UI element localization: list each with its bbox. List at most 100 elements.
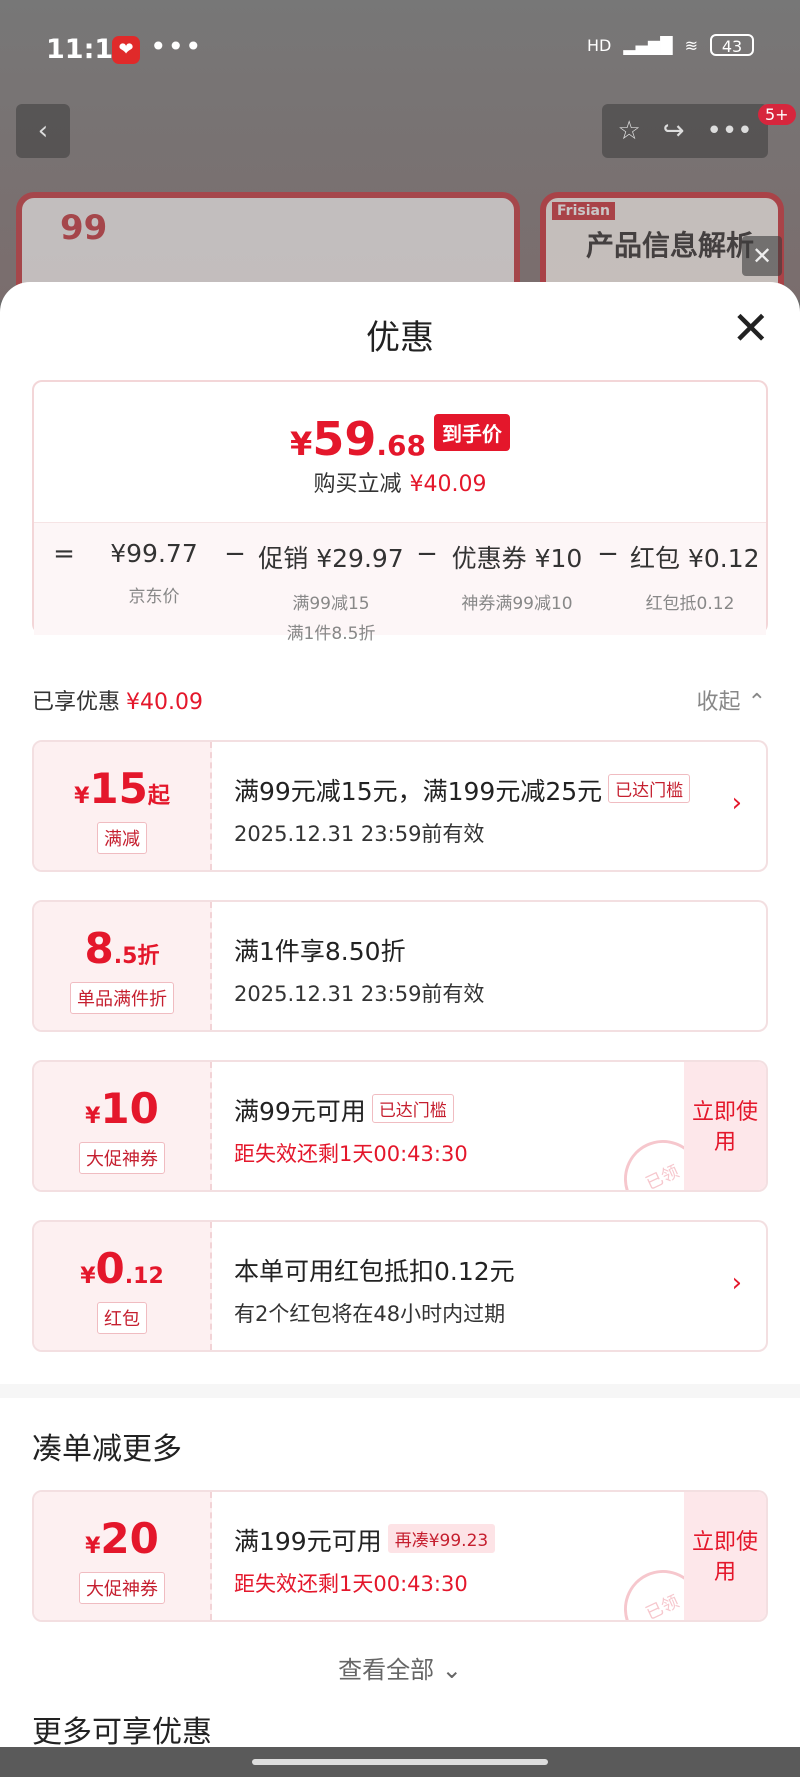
coupon-type-label: 满减 — [97, 822, 147, 854]
chevron-right-icon[interactable]: › — [732, 1268, 742, 1298]
view-all-button[interactable]: 查看全部 ⌄ — [0, 1650, 800, 1685]
threshold-badge: 已达门槛 — [608, 774, 691, 803]
coupon-rule-text: 满199元可用 — [234, 1527, 382, 1556]
coupon-amount-panel: ¥15起 满减 — [34, 742, 212, 870]
final-price-tag: 到手价 — [433, 414, 510, 451]
notification-badge: 5+ — [758, 104, 796, 125]
formula-row: = ¥99.77 京东价 − 促销 ¥29.97 满99减15 满1件8.5折 −… — [34, 539, 766, 649]
amount-value: 10 — [100, 1084, 159, 1133]
app-notification-icon: ❤ — [112, 36, 140, 64]
section-title-more: 凑单减更多 — [32, 1432, 182, 1467]
saved-label: 购买立减 — [313, 472, 402, 497]
amount-prefix: ¥ — [80, 1264, 96, 1289]
card1-logo: 99 — [60, 208, 108, 248]
threshold-badge: 已达门槛 — [371, 1094, 454, 1123]
discount-sheet: 优惠 ✕ ¥59.68 到手价 购买立减 ¥40.09 = ¥99.77 京东价 −… — [0, 282, 800, 1747]
coupon-card[interactable]: ¥10 大促神券 满99元可用 已达门槛 距失效还剩1天00:43:30 已领 立… — [32, 1060, 768, 1192]
formula-sub: 神券满99减10 — [461, 594, 573, 614]
enjoyed-label: 已享优惠 — [32, 690, 121, 715]
coupon-details: 满199元可用 再凑¥99.23 距失效还剩1天00:43:30 — [234, 1522, 656, 1598]
formula-op: = — [53, 539, 75, 569]
close-icon[interactable]: ✕ — [742, 236, 782, 276]
gesture-bar — [0, 1747, 800, 1777]
amount-suffix: .12 — [124, 1264, 164, 1289]
formula-sub: 红包抵0.12 — [645, 594, 735, 614]
formula-sub: 京东价 — [128, 587, 180, 607]
coupon-details: 满1件享8.50折 2025.12.31 23:59前有效 — [234, 932, 656, 1008]
formula-sub-2: 满1件8.5折 — [286, 624, 376, 644]
coupon-type-label: 大促神券 — [79, 1572, 165, 1604]
amount-value: 8 — [84, 924, 114, 973]
formula-sub: 满99减15 满1件8.5折 — [256, 589, 406, 649]
price-summary-card: ¥59.68 到手价 购买立减 ¥40.09 = ¥99.77 京东价 − 促销 ¥… — [32, 380, 768, 644]
coupon-card[interactable]: 8.5折 单品满件折 满1件享8.50折 2025.12.31 23:59前有效 — [32, 900, 768, 1032]
coupon-validity: 2025.12.31 23:59前有效 — [234, 982, 485, 1006]
coupon-validity: 2025.12.31 23:59前有效 — [234, 822, 485, 846]
close-sheet-button[interactable]: ✕ — [731, 305, 770, 351]
view-all-label: 查看全部 — [338, 1656, 435, 1684]
amount-suffix: 起 — [147, 784, 170, 809]
final-price: ¥59.68 到手价 — [34, 412, 766, 466]
section-divider — [0, 1384, 800, 1398]
home-indicator[interactable] — [252, 1759, 548, 1765]
coupon-countdown: 距失效还剩1天00:43:30 — [234, 1572, 468, 1596]
coupon-amount-panel: ¥20 大促神券 — [34, 1492, 212, 1620]
coupon-rule: 满199元可用 再凑¥99.23 — [234, 1522, 656, 1558]
use-now-button[interactable]: 立即使用 — [684, 1492, 766, 1620]
price-formula: = ¥99.77 京东价 − 促销 ¥29.97 满99减15 满1件8.5折 −… — [34, 522, 766, 644]
price-integer: 59 — [312, 412, 377, 466]
add-more-badge: 再凑¥99.23 — [387, 1524, 496, 1553]
coupon-amount-panel: ¥10 大促神券 — [34, 1062, 212, 1190]
formula-item: 优惠券 ¥10 神券满99减10 — [448, 539, 586, 619]
coupon-details: 满99元可用 已达门槛 距失效还剩1天00:43:30 — [234, 1092, 656, 1168]
chevron-left-icon: ‹ — [37, 116, 49, 146]
price-summary-top: ¥59.68 到手价 购买立减 ¥40.09 — [34, 382, 766, 522]
saved-amount: 购买立减 ¥40.09 — [34, 466, 766, 498]
coupon-rule: 满99元减15元，满199元减25元 已达门槛 — [234, 772, 691, 808]
coupon-amount: 8.5折 — [34, 928, 210, 970]
back-button[interactable]: ‹ — [16, 104, 70, 158]
amount-prefix: ¥ — [85, 1534, 101, 1559]
coupon-details: 满99元减15元，满199元减25元 已达门槛 2025.12.31 23:59前… — [234, 772, 691, 848]
formula-value: 优惠券 ¥10 — [451, 544, 583, 573]
coupon-rule: 满99元可用 已达门槛 — [234, 1092, 656, 1128]
formula-value: 促销 ¥29.97 — [258, 544, 404, 573]
star-icon[interactable]: ☆ — [617, 116, 640, 146]
enjoyed-value: ¥40.09 — [126, 690, 203, 715]
amount-prefix: ¥ — [85, 1104, 101, 1129]
coupon-amount: ¥20 — [34, 1518, 210, 1560]
status-bar: 11:17 ❤ ••• HD ▂▄▆█ ≋ 43 — [0, 0, 800, 100]
formula-op: − — [416, 539, 438, 569]
formula-op: − — [597, 539, 619, 569]
formula-item: 促销 ¥29.97 满99减15 满1件8.5折 — [256, 539, 406, 649]
coupon-amount: ¥0.12 — [34, 1248, 210, 1290]
formula-item: ¥99.77 京东价 — [94, 539, 214, 612]
card2-brand: Frisian — [552, 202, 615, 220]
formula-value: 红包 ¥0.12 — [630, 544, 760, 573]
section-title-more-available: 更多可享优惠 — [32, 1715, 212, 1747]
wifi-icon: ≋ — [684, 35, 698, 55]
coupon-details: 本单可用红包抵扣0.12元 有2个红包将在48小时内过期 — [234, 1252, 656, 1328]
battery-icon: 43 — [710, 34, 754, 56]
formula-sub-1: 满99减15 — [292, 594, 370, 614]
coupon-amount: ¥10 — [34, 1088, 210, 1130]
coupon-rule-text: 满99元减15元，满199元减25元 — [234, 777, 603, 806]
coupon-type-label: 红包 — [97, 1302, 147, 1334]
more-icon[interactable]: ••• — [707, 116, 753, 146]
coupon-card[interactable]: ¥0.12 红包 本单可用红包抵扣0.12元 有2个红包将在48小时内过期 › — [32, 1220, 768, 1352]
coupon-card[interactable]: ¥15起 满减 满99元减15元，满199元减25元 已达门槛 2025.12.3… — [32, 740, 768, 872]
share-icon[interactable]: ↪ — [663, 116, 685, 146]
amount-suffix: .5折 — [113, 944, 160, 969]
use-now-button[interactable]: 立即使用 — [684, 1062, 766, 1190]
coupon-amount: ¥15起 — [34, 768, 210, 810]
card2-title: 产品信息解析 — [586, 229, 755, 262]
collapse-button[interactable]: 收起 ⌃ — [697, 684, 766, 716]
chevron-up-icon: ⌃ — [747, 690, 766, 715]
collapse-label: 收起 — [696, 690, 741, 715]
more-status-icon: ••• — [150, 30, 203, 63]
amount-prefix: ¥ — [74, 784, 90, 809]
formula-op: − — [224, 539, 246, 569]
chevron-right-icon[interactable]: › — [732, 788, 742, 818]
coupon-card[interactable]: ¥20 大促神券 满199元可用 再凑¥99.23 距失效还剩1天00:43:30… — [32, 1490, 768, 1622]
amount-value: 15 — [89, 764, 148, 813]
